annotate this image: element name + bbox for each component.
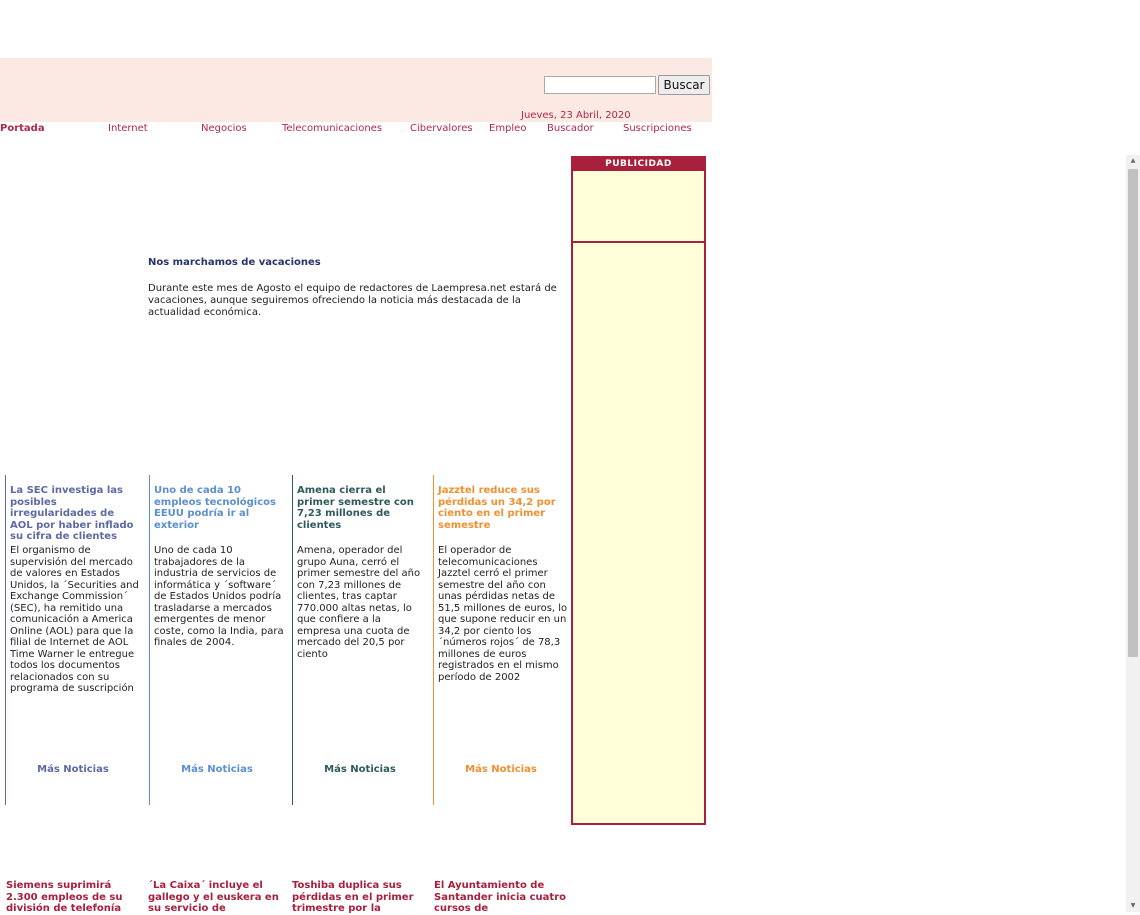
news-column-3: Amena cierra el primer semestre con 7,23… (292, 475, 427, 805)
search-input[interactable] (544, 76, 656, 94)
scrollbar-thumb[interactable] (1128, 169, 1138, 657)
nav-suscripciones[interactable]: Suscripciones (623, 123, 692, 134)
nav-negocios[interactable]: Negocios (201, 123, 247, 134)
current-date: Jueves, 23 Abril, 2020 (521, 110, 631, 121)
nav-cibervalores[interactable]: Cibervalores (410, 123, 473, 134)
bottom-headline-link[interactable]: Siemens suprimirá 2.300 empleos de su di… (6, 880, 140, 915)
news-summary: Uno de cada 10 trabajadores de la indust… (154, 545, 284, 648)
more-news-link[interactable]: Más Noticias (6, 764, 140, 775)
nav-telecomunicaciones[interactable]: Telecomunicaciones (282, 123, 382, 134)
more-news-link[interactable]: Más Noticias (293, 764, 427, 775)
search-button[interactable]: Buscar (658, 75, 710, 95)
bottom-headline-link[interactable]: El Ayuntamiento de Santander inicia cuat… (434, 880, 568, 915)
news-column-2: Uno de cada 10 empleos tecnológicos EEUU… (149, 475, 284, 805)
nav-empleo[interactable]: Empleo (489, 123, 526, 134)
news-headline-link[interactable]: Uno de cada 10 empleos tecnológicos EEUU… (154, 485, 282, 531)
news-summary: Amena, operador del grupo Auna, cerró el… (297, 545, 421, 660)
nav-internet[interactable]: Internet (108, 123, 148, 134)
advertising-divider (573, 241, 704, 243)
vertical-scrollbar[interactable]: ▲ ▼ (1126, 155, 1140, 912)
nav-buscador[interactable]: Buscador (547, 123, 594, 134)
news-column-1: La SEC investiga las posibles irregulari… (5, 475, 140, 805)
news-headline-link[interactable]: Amena cierra el primer semestre con 7,23… (297, 485, 425, 531)
nav-portada[interactable]: Portada (0, 123, 45, 134)
feature-headline: Nos marchamos de vacaciones (148, 257, 321, 268)
news-headline-link[interactable]: La SEC investiga las posibles irregulari… (10, 485, 138, 543)
advertising-label: PUBLICIDAD (573, 158, 704, 171)
news-headline-link[interactable]: Jazztel reduce sus pérdidas un 34,2 por … (438, 485, 566, 531)
feature-text: Durante este mes de Agosto el equipo de … (148, 283, 557, 318)
advertising-panel: PUBLICIDAD (571, 156, 706, 825)
scroll-down-icon[interactable]: ▼ (1126, 900, 1140, 912)
more-news-link[interactable]: Más Noticias (434, 764, 568, 775)
news-summary: El organismo de supervisión del mercado … (10, 545, 139, 694)
news-column-4: Jazztel reduce sus pérdidas un 34,2 por … (433, 475, 568, 805)
news-summary: El operador de telecomunicaciones Jazzte… (438, 545, 568, 683)
scroll-up-icon[interactable]: ▲ (1126, 155, 1140, 167)
bottom-headline-link[interactable]: Toshiba duplica sus pérdidas en el prime… (292, 880, 426, 915)
more-news-link[interactable]: Más Noticias (150, 764, 284, 775)
bottom-headline-link[interactable]: ´La Caixa´ incluye el gallego y el euske… (148, 880, 282, 915)
